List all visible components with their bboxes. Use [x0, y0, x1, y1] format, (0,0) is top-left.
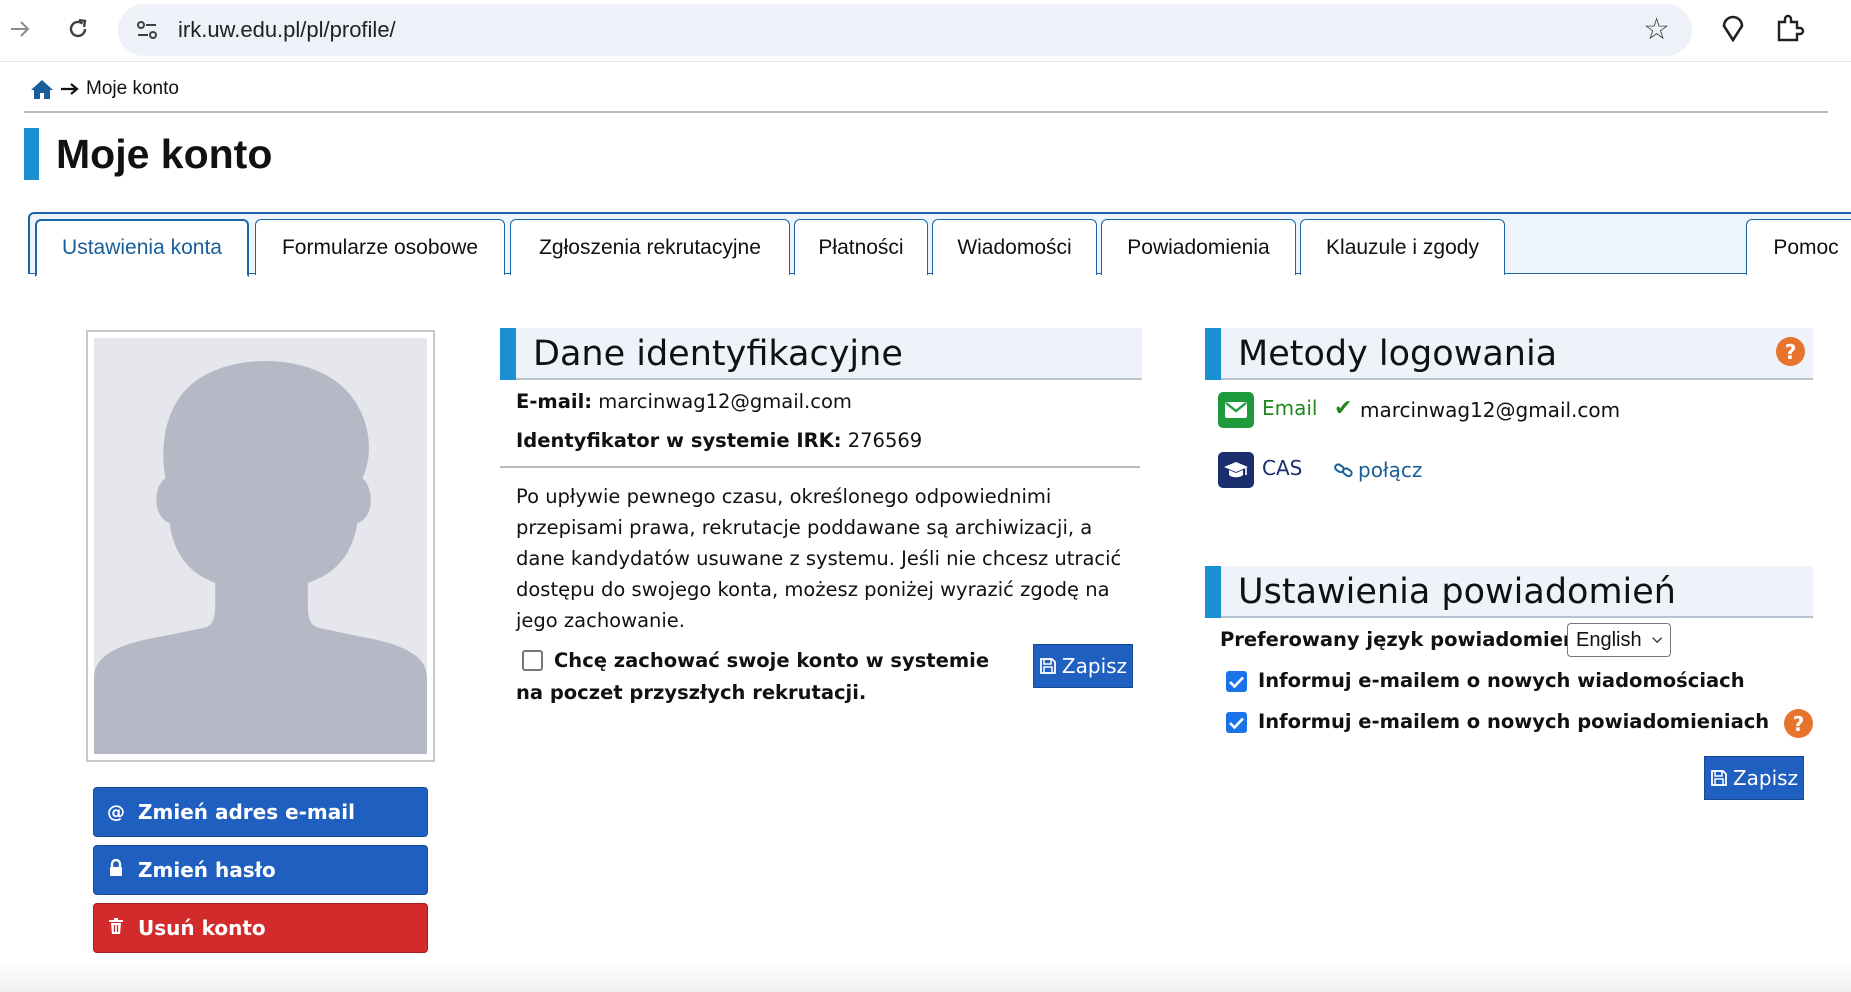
avatar-silhouette	[94, 338, 427, 754]
envelope-icon	[1218, 392, 1254, 428]
archive-notice: Po upływie pewnego czasu, określonego od…	[516, 485, 1122, 632]
language-value: English	[1576, 628, 1642, 651]
tab-personal-forms[interactable]: Formularze osobowe	[255, 219, 505, 275]
login-email-value: marcinwag12@gmail.com	[1360, 398, 1621, 422]
section-accent-bar	[500, 328, 516, 380]
email-value: marcinwag12@gmail.com	[598, 390, 852, 413]
page-title: Moje konto	[56, 131, 273, 177]
save-keep-account-button[interactable]: Zapisz	[1033, 644, 1133, 688]
floppy-disk-icon	[1711, 770, 1727, 786]
profile-photo-placeholder	[86, 330, 435, 762]
tab-help[interactable]: Pomoc	[1746, 219, 1851, 275]
notify-messages-label: Informuj e-mailem o nowych wiadomościach	[1258, 669, 1745, 692]
change-password-label: Zmień hasło	[138, 858, 276, 882]
tab-account-settings[interactable]: Ustawienia konta	[35, 219, 249, 277]
graduation-cap-icon	[1218, 452, 1254, 488]
account-tabs: Ustawienia konta Formularze osobowe Zgło…	[28, 212, 1851, 277]
login-methods-help-icon[interactable]: ?	[1776, 337, 1805, 366]
tab-clauses-consents[interactable]: Klauzule i zgody	[1300, 219, 1505, 275]
trash-icon	[106, 917, 126, 940]
title-accent-bar	[24, 128, 39, 180]
tab-messages[interactable]: Wiadomości	[932, 219, 1097, 275]
extensions-puzzle-icon[interactable]	[1772, 12, 1806, 46]
save-label: Zapisz	[1732, 766, 1799, 790]
browser-toolbar: irk.uw.edu.pl/pl/profile/ ☆	[0, 0, 1851, 62]
change-email-label: Zmień adres e-mail	[138, 800, 355, 824]
section-accent-bar	[1205, 566, 1221, 618]
notify-messages-checkbox[interactable]	[1226, 671, 1247, 692]
change-password-button[interactable]: Zmień hasło	[93, 845, 428, 895]
bottom-shadow	[0, 962, 1851, 992]
notifications-help-icon[interactable]: ?	[1784, 709, 1813, 738]
notify-notifications-checkbox[interactable]	[1226, 712, 1247, 733]
language-label: Preferowany język powiadomień:	[1220, 628, 1585, 651]
check-icon: ✔	[1334, 396, 1353, 421]
reload-icon[interactable]	[60, 11, 96, 47]
login-methods-header: Metody logowania	[1205, 328, 1813, 380]
forward-icon[interactable]	[2, 11, 38, 47]
keep-account-text: Chcę zachować swoje konto w systemie na …	[516, 649, 990, 704]
breadcrumb-divider	[24, 111, 1828, 113]
delete-account-button[interactable]: Usuń konto	[93, 903, 428, 953]
login-methods-heading: Metody logowania	[1238, 334, 1558, 374]
notify-notifications-label: Informuj e-mailem o nowych powiadomienia…	[1258, 710, 1770, 733]
language-select[interactable]: English	[1567, 623, 1671, 657]
save-notification-settings-button[interactable]: Zapisz	[1704, 756, 1804, 800]
lock-icon	[106, 858, 126, 882]
address-bar[interactable]: irk.uw.edu.pl/pl/profile/ ☆	[118, 4, 1692, 56]
login-method-cas: CAS	[1262, 456, 1303, 480]
login-method-email: Email	[1262, 396, 1318, 420]
delete-account-label: Usuń konto	[138, 916, 266, 940]
tab-applications[interactable]: Zgłoszenia rekrutacyjne	[510, 219, 790, 275]
notification-settings-header: Ustawienia powiadomień	[1205, 566, 1813, 618]
at-sign-icon: @	[107, 801, 125, 823]
chevron-down-icon	[1651, 637, 1662, 644]
identification-divider	[500, 466, 1140, 468]
cas-connect-link[interactable]: połącz	[1334, 458, 1422, 482]
arrow-right-icon	[61, 83, 79, 95]
tab-notifications[interactable]: Powiadomienia	[1101, 219, 1296, 275]
keep-account-label: Chcę zachować swoje konto w systemie na …	[516, 645, 1016, 709]
identification-header: Dane identyfikacyjne	[500, 328, 1142, 380]
link-icon	[1334, 463, 1353, 478]
breadcrumb-current: Moje konto	[86, 78, 179, 99]
site-info-icon[interactable]	[134, 17, 160, 43]
irk-id-value: 276569	[847, 429, 923, 452]
irk-id-label: Identyfikator w systemie IRK:	[516, 429, 842, 452]
save-label: Zapisz	[1061, 654, 1128, 678]
irk-id-row: Identyfikator w systemie IRK: 276569	[516, 429, 922, 452]
bookmark-star-icon[interactable]: ☆	[1643, 12, 1670, 47]
cas-connect-label: połącz	[1358, 458, 1423, 482]
breadcrumb: Moje konto	[30, 75, 179, 103]
floppy-disk-icon	[1040, 658, 1056, 674]
home-icon[interactable]	[30, 78, 54, 100]
email-row: E-mail: marcinwag12@gmail.com	[516, 390, 852, 413]
section-accent-bar	[1205, 328, 1221, 380]
email-label: E-mail:	[516, 390, 593, 413]
url-text[interactable]: irk.uw.edu.pl/pl/profile/	[178, 17, 396, 43]
location-pin-icon[interactable]	[1716, 12, 1750, 46]
tab-payments[interactable]: Płatności	[794, 219, 928, 275]
change-email-button[interactable]: @ Zmień adres e-mail	[93, 787, 428, 837]
identification-heading: Dane identyfikacyjne	[533, 334, 903, 374]
notification-settings-heading: Ustawienia powiadomień	[1238, 572, 1676, 612]
